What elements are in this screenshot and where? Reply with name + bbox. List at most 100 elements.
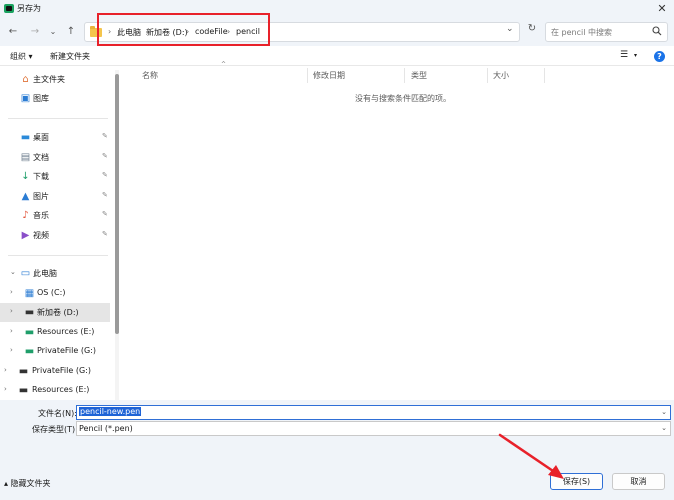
chevron-down-icon[interactable]: ⌄ — [661, 424, 667, 432]
computer-icon: ▭ — [20, 268, 31, 279]
column-header-name[interactable]: 名称 — [142, 70, 158, 81]
help-button[interactable]: ? — [654, 51, 665, 62]
view-dropdown-icon[interactable]: ▾ — [634, 52, 637, 59]
column-divider[interactable] — [544, 68, 545, 83]
search-icon[interactable] — [652, 26, 662, 39]
gallery-icon: ▣ — [20, 93, 31, 104]
sidebar-item-label: PrivateFile (G:) — [32, 366, 91, 375]
sidebar-item-downloads[interactable]: ↓ 下载 ✎ — [0, 167, 110, 186]
music-icon: ♪ — [22, 210, 29, 221]
chevron-right-icon[interactable]: › — [4, 366, 7, 374]
forward-button[interactable]: → — [28, 25, 42, 39]
column-header-date[interactable]: 修改日期 — [313, 70, 345, 81]
filetype-select[interactable]: Pencil (*.pen) ⌄ — [76, 421, 671, 436]
chevron-right-icon[interactable]: › — [10, 307, 13, 315]
chevron-down-icon[interactable]: ⌄ — [10, 268, 16, 276]
empty-list-message: 没有与搜索条件匹配的项。 — [355, 94, 451, 103]
command-toolbar: 组织 ▾ 新建文件夹 ☰ ▾ ? — [0, 46, 674, 66]
back-button[interactable]: ← — [6, 25, 20, 39]
annotation-highlight-box — [97, 13, 270, 46]
drive-icon: ▬ — [24, 327, 35, 338]
drive-icon: ▬ — [24, 346, 35, 357]
column-divider[interactable] — [307, 68, 308, 83]
sidebar-item-home[interactable]: ⌂ 主文件夹 — [0, 70, 110, 89]
documents-icon: ▤ — [20, 152, 31, 163]
sidebar-item-drive-c[interactable]: › ▦ OS (C:) — [0, 284, 110, 303]
sort-indicator-icon: ^ — [221, 61, 227, 68]
sidebar-item-network-g[interactable]: › ▬ PrivateFile (G:) — [0, 362, 110, 381]
sidebar-scrollbar-thumb[interactable] — [115, 74, 119, 334]
sidebar-item-drive-g[interactable]: › ▬ PrivateFile (G:) — [0, 342, 110, 361]
sidebar-item-pictures[interactable]: ▲ 图片 ✎ — [0, 187, 110, 206]
desktop-icon: ▬ — [20, 132, 31, 143]
sidebar-item-label: 文档 — [33, 153, 49, 162]
sidebar-item-network-e[interactable]: › ▬ Resources (E:) — [0, 381, 110, 400]
filename-label: 文件名(N): — [38, 409, 77, 418]
home-icon: ⌂ — [22, 74, 29, 85]
close-button[interactable]: ✕ — [650, 0, 674, 18]
pin-icon[interactable]: ✎ — [102, 152, 108, 160]
filetype-value: Pencil (*.pen) — [79, 424, 133, 433]
annotation-arrow — [498, 433, 564, 479]
column-header-size[interactable]: 大小 — [493, 70, 509, 81]
app-icon — [4, 4, 14, 13]
sidebar-item-music[interactable]: ♪ 音乐 ✎ — [0, 206, 110, 225]
windows-drive-icon: ▦ — [24, 288, 35, 299]
pictures-icon: ▲ — [21, 191, 30, 202]
sidebar-item-videos[interactable]: ▶ 视频 ✎ — [0, 226, 110, 245]
sidebar-item-label: 主文件夹 — [33, 75, 65, 84]
sidebar-item-label: 桌面 — [33, 133, 49, 142]
file-list[interactable]: 名称 修改日期 类型 大小 — [121, 66, 674, 400]
sidebar-item-label: 下载 — [33, 172, 49, 181]
search-placeholder: 在 pencil 中搜索 — [551, 28, 612, 37]
search-box[interactable]: 在 pencil 中搜索 — [545, 22, 668, 42]
sidebar-divider — [8, 118, 108, 119]
view-options-icon[interactable]: ☰ — [620, 50, 628, 60]
sidebar-item-label: 视频 — [33, 231, 49, 240]
sidebar-item-label: Resources (E:) — [37, 327, 95, 336]
filename-value[interactable]: pencil-new.pen — [79, 407, 142, 416]
sidebar-item-desktop[interactable]: ▬ 桌面 ✎ — [0, 128, 110, 147]
hide-folders-button[interactable]: ▴ 隐藏文件夹 — [4, 478, 51, 489]
pin-icon[interactable]: ✎ — [102, 191, 108, 199]
filetype-label: 保存类型(T): — [32, 425, 78, 434]
sidebar-item-label: Resources (E:) — [32, 385, 90, 394]
chevron-right-icon[interactable]: › — [4, 385, 7, 393]
window-title: 另存为 — [17, 4, 41, 13]
chevron-down-icon[interactable]: ⌄ — [661, 408, 667, 416]
sidebar-item-drive-d[interactable]: › ▬ 新加卷 (D:) — [0, 303, 110, 322]
sidebar-item-gallery[interactable]: ▣ 图库 — [0, 89, 110, 108]
sidebar-item-this-pc[interactable]: ⌄ ▭ 此电脑 — [0, 264, 110, 283]
sidebar-item-label: 新加卷 (D:) — [37, 308, 79, 317]
new-folder-button[interactable]: 新建文件夹 — [50, 51, 90, 62]
organize-button[interactable]: 组织 ▾ — [10, 51, 33, 62]
column-header-type[interactable]: 类型 — [411, 70, 427, 81]
filename-input[interactable]: pencil-new.pen ⌄ — [76, 405, 671, 420]
pin-icon[interactable]: ✎ — [102, 171, 108, 179]
drive-icon: ▬ — [18, 385, 29, 396]
drive-icon: ▬ — [24, 307, 35, 318]
recent-locations-button[interactable]: ⌄ — [46, 25, 60, 39]
cancel-button[interactable]: 取消 — [612, 473, 665, 490]
chevron-right-icon[interactable]: › — [10, 288, 13, 296]
chevron-right-icon[interactable]: › — [10, 346, 13, 354]
refresh-button[interactable]: ↻ — [525, 23, 539, 39]
pin-icon[interactable]: ✎ — [102, 210, 108, 218]
column-divider[interactable] — [404, 68, 405, 83]
videos-icon: ▶ — [21, 230, 30, 241]
sidebar-item-label: 图库 — [33, 94, 49, 103]
address-history-dropdown[interactable]: ⌄ — [506, 24, 514, 34]
sidebar-item-label: 图片 — [33, 192, 49, 201]
pin-icon[interactable]: ✎ — [102, 132, 108, 140]
sidebar-item-label: OS (C:) — [37, 288, 66, 297]
column-divider[interactable] — [487, 68, 488, 83]
chevron-right-icon[interactable]: › — [10, 327, 13, 335]
downloads-icon: ↓ — [21, 171, 30, 182]
pin-icon[interactable]: ✎ — [102, 230, 108, 238]
sidebar-item-label: 此电脑 — [33, 269, 57, 278]
sidebar-item-drive-e[interactable]: › ▬ Resources (E:) — [0, 323, 110, 342]
sidebar-item-documents[interactable]: ▤ 文档 ✎ — [0, 148, 110, 167]
up-button[interactable]: ↑ — [64, 25, 78, 39]
sidebar-divider — [8, 255, 108, 256]
sidebar-item-label: 音乐 — [33, 211, 49, 220]
